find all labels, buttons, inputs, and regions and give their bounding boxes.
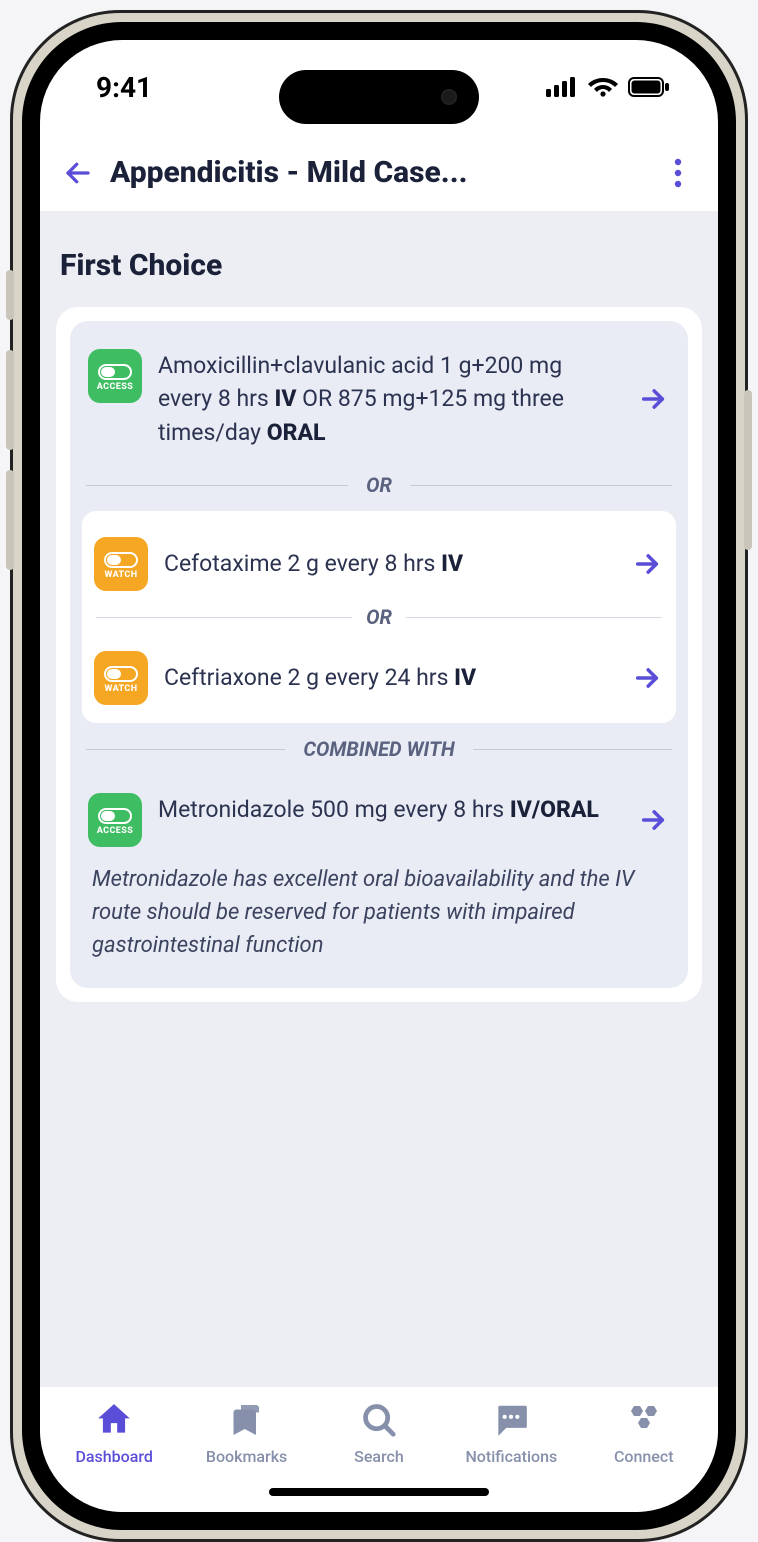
separator-or: OR — [86, 473, 672, 497]
drug-description: Amoxicillin+clavulanic acid 1 g+200 mg e… — [158, 349, 620, 449]
separator-or-inner: OR — [96, 605, 662, 629]
watch-badge-icon: WATCH — [94, 651, 148, 705]
status-time: 9:41 — [96, 71, 152, 104]
back-button[interactable] — [56, 151, 100, 195]
volume-button — [6, 470, 14, 570]
watch-badge-icon: WATCH — [94, 537, 148, 591]
chevron-right-icon — [636, 385, 670, 413]
access-badge-icon: ACCESS — [88, 349, 142, 403]
drug-description: Ceftriaxone 2 g every 24 hrs IV — [164, 661, 614, 694]
app-header: Appendicitis - Mild Case... — [40, 134, 718, 212]
phone-frame: 9:41 Appendicitis — [10, 10, 748, 1542]
home-indicator[interactable] — [269, 1488, 489, 1496]
bookmark-icon — [229, 1399, 265, 1441]
separator-combined: COMBINED WITH — [86, 737, 672, 761]
page-title: Appendicitis - Mild Case... — [110, 155, 658, 190]
tab-notifications[interactable]: Notifications — [456, 1399, 566, 1466]
power-button — [744, 390, 752, 550]
battery-icon — [628, 71, 670, 104]
wifi-icon — [588, 71, 618, 104]
more-options-button[interactable] — [658, 153, 698, 193]
search-icon — [360, 1399, 398, 1441]
chevron-right-icon — [636, 806, 670, 834]
drug-row-cefotaxime[interactable]: WATCH Cefotaxime 2 g every 8 hrs IV — [88, 519, 670, 601]
tab-search[interactable]: Search — [324, 1399, 434, 1466]
section-title: First Choice — [60, 248, 698, 283]
message-icon — [492, 1399, 530, 1441]
drug-description: Metronidazole 500 mg every 8 hrs IV/ORAL — [158, 793, 620, 826]
drug-row-metronidazole[interactable]: ACCESS Metronidazole 500 mg every 8 hrs … — [82, 775, 676, 857]
volume-button — [6, 350, 14, 450]
tab-dashboard[interactable]: Dashboard — [59, 1399, 169, 1466]
drug-description: Cefotaxime 2 g every 8 hrs IV — [164, 547, 614, 580]
treatment-group: ACCESS Amoxicillin+clavulanic acid 1 g+2… — [70, 321, 688, 988]
tab-connect[interactable]: Connect — [589, 1399, 699, 1466]
alternative-group: WATCH Cefotaxime 2 g every 8 hrs IV — [82, 511, 676, 723]
home-icon — [95, 1399, 133, 1441]
treatment-card: ACCESS Amoxicillin+clavulanic acid 1 g+2… — [56, 307, 702, 1002]
connect-icon — [624, 1399, 664, 1441]
chevron-right-icon — [630, 550, 664, 578]
access-badge-icon: ACCESS — [88, 793, 142, 847]
drug-note: Metronidazole has excellent oral bioavai… — [82, 857, 676, 970]
dynamic-island — [279, 70, 479, 124]
drug-row-amoxicillin[interactable]: ACCESS Amoxicillin+clavulanic acid 1 g+2… — [82, 331, 676, 459]
cellular-icon — [546, 71, 578, 104]
drug-row-ceftriaxone[interactable]: WATCH Ceftriaxone 2 g every 24 hrs IV — [88, 633, 670, 715]
tab-bookmarks[interactable]: Bookmarks — [192, 1399, 302, 1466]
chevron-right-icon — [630, 664, 664, 692]
content-area[interactable]: First Choice ACCESS Amoxicillin+clavulan… — [40, 212, 718, 1386]
volume-button — [6, 270, 14, 320]
